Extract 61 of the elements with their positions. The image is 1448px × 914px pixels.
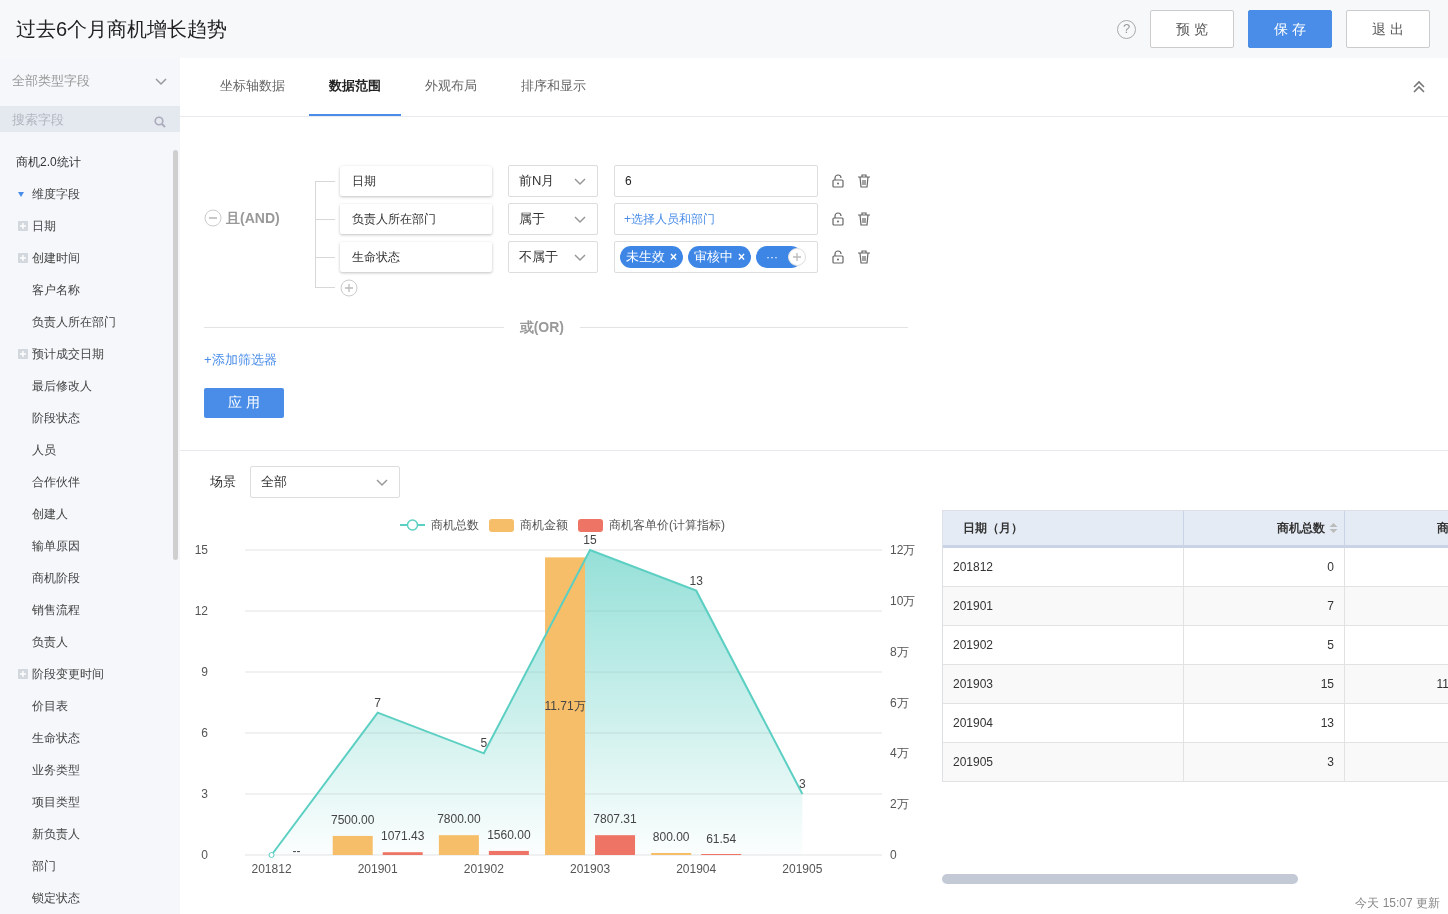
data-label: 1560.00 xyxy=(487,827,531,842)
data-label: 61.54 xyxy=(706,831,737,846)
select-value: 前N月 xyxy=(519,172,556,191)
axis-tick-label: 201901 xyxy=(357,862,398,876)
scene-label: 场景 xyxy=(210,473,236,492)
axis-tick-label: 10万 xyxy=(890,593,916,608)
table-cell-text: 201904 xyxy=(953,715,994,732)
table-cell-text: 11 xyxy=(1436,676,1448,693)
update-time: 今天 15:07 更新 xyxy=(1355,895,1440,912)
table-cell-text: 15 xyxy=(1320,676,1334,693)
legend-label: 商机总数 xyxy=(431,518,479,532)
axis-tick-label: 201905 xyxy=(782,862,823,876)
select-value: 属于 xyxy=(519,210,546,229)
axis-tick-label: 201902 xyxy=(463,862,504,876)
data-label: 7800.00 xyxy=(437,812,481,827)
table-cell-text: 201903 xyxy=(953,676,994,693)
axis-tick-label: 201812 xyxy=(251,862,292,876)
axis-tick-label: 6 xyxy=(201,726,208,740)
data-label: 7500.00 xyxy=(331,812,375,827)
select-value: 全部 xyxy=(261,473,288,492)
axis-tick-label: 201903 xyxy=(570,862,611,876)
axis-tick-label: 8万 xyxy=(890,644,909,659)
data-label: 5 xyxy=(480,736,488,751)
tag-label: 审核中 xyxy=(694,248,733,267)
axis-tick-label: 12万 xyxy=(890,543,916,557)
table-cell-text: 13 xyxy=(1320,715,1334,732)
axis-tick-label: 4万 xyxy=(890,746,909,761)
axis-tick-label: 0 xyxy=(201,848,208,862)
data-label: 7807.31 xyxy=(593,812,637,827)
tag-label: 未生效 xyxy=(626,248,665,267)
table-cell-text: 201902 xyxy=(953,637,994,654)
select-value: 全部类型字段 xyxy=(12,72,91,91)
legend-label: 商机金额 xyxy=(520,518,568,532)
axis-tick-label: 3 xyxy=(201,787,208,801)
axis-tick-label: 0 xyxy=(890,848,897,862)
axis-tick-label: 2万 xyxy=(890,797,909,812)
axis-tick-label: 15 xyxy=(194,543,208,557)
data-label: 7 xyxy=(374,695,382,710)
data-label: 13 xyxy=(689,573,703,588)
axis-tick-label: 9 xyxy=(201,665,208,679)
axis-tick-label: 201904 xyxy=(676,862,717,876)
data-label: 3 xyxy=(799,777,806,791)
data-label: 1071.43 xyxy=(381,829,425,844)
table-cell-text: 201905 xyxy=(953,754,994,771)
data-label: 15 xyxy=(583,533,597,547)
axis-tick-label: 12 xyxy=(194,604,208,618)
and-label: 且(AND) xyxy=(226,208,280,228)
table-cell-text: 7 xyxy=(1327,598,1334,615)
select-value: 不属于 xyxy=(519,248,559,267)
data-label: -- xyxy=(292,844,301,858)
table-cell-text: 3 xyxy=(1327,754,1334,771)
table-cell-text: 201812 xyxy=(953,559,994,576)
table-cell-text: 0 xyxy=(1327,559,1334,576)
table-cell-text: 201901 xyxy=(953,598,994,615)
or-label: 或(OR) xyxy=(518,318,565,337)
legend-label: 商机客单价(计算指标) xyxy=(609,518,725,532)
table-cell-text: 5 xyxy=(1327,637,1334,654)
data-label: 800.00 xyxy=(652,829,690,844)
axis-tick-label: 6万 xyxy=(890,695,909,710)
more-label: ··· xyxy=(766,249,779,266)
page-title: 过去6个月商机增长趋势 xyxy=(16,17,229,42)
